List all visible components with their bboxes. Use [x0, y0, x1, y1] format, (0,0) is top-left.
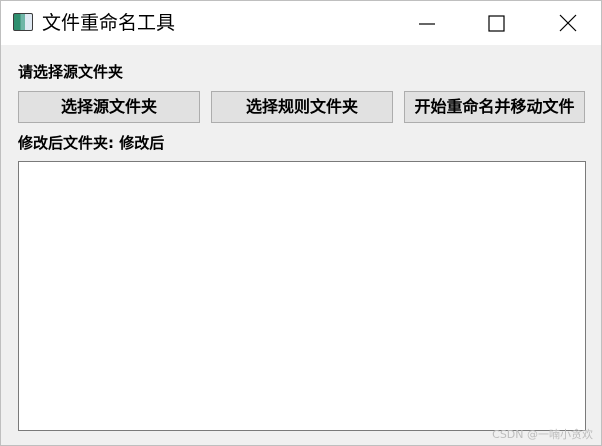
maximize-button[interactable]: [464, 1, 530, 45]
window-title: 文件重命名工具: [42, 12, 176, 34]
title-bar[interactable]: 文件重命名工具: [1, 1, 601, 45]
close-icon: [559, 14, 577, 32]
select-source-folder-button[interactable]: 选择源文件夹: [18, 91, 200, 123]
select-rules-folder-button[interactable]: 选择规则文件夹: [211, 91, 393, 123]
app-window-icon: [13, 13, 33, 31]
output-text-area[interactable]: [18, 161, 586, 431]
minimize-icon: [419, 23, 435, 25]
watermark: CSDN @一喃小贪欢: [492, 428, 593, 441]
close-button[interactable]: [534, 1, 600, 45]
destination-folder-label: 修改后文件夹: 修改后: [18, 134, 165, 152]
maximize-icon: [488, 15, 505, 32]
minimize-button[interactable]: [398, 1, 464, 45]
source-folder-label: 请选择源文件夹: [18, 63, 124, 81]
start-rename-move-button[interactable]: 开始重命名并移动文件: [404, 91, 585, 123]
main-window: 文件重命名工具 请选择源文件夹 选择源文件夹 选择规则文件夹 开始重命名并移动文…: [0, 0, 602, 446]
